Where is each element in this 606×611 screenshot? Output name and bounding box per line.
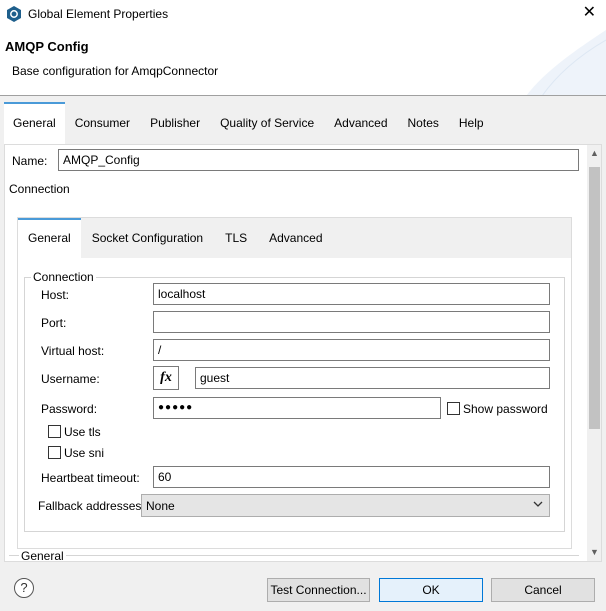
general-tab-content: Name: AMQP_Config Connection General Soc… xyxy=(4,144,602,562)
use-sni-label: Use sni xyxy=(64,446,105,460)
heartbeat-timeout-label: Heartbeat timeout: xyxy=(41,471,140,485)
ok-button[interactable]: OK xyxy=(379,578,483,602)
vertical-scrollbar[interactable]: ▲ ▼ xyxy=(587,145,601,561)
help-icon[interactable]: ? xyxy=(14,578,34,598)
inner-tab-tls[interactable]: TLS xyxy=(214,218,258,258)
username-label: Username: xyxy=(41,372,100,386)
scrollbar-thumb[interactable] xyxy=(589,167,600,429)
page-subtitle: Base configuration for AmqpConnector xyxy=(12,64,219,78)
password-input[interactable]: ●●●●● xyxy=(153,397,441,419)
fallback-addresses-value: None xyxy=(146,499,175,513)
connection-tabs: General Socket Configuration TLS Advance… xyxy=(18,218,334,258)
title-bar: Global Element Properties ✕ xyxy=(0,0,606,30)
inner-tab-general[interactable]: General xyxy=(18,218,81,258)
main-tabs: General Consumer Publisher Quality of Se… xyxy=(4,102,494,144)
username-input[interactable]: guest xyxy=(195,367,550,389)
use-tls-checkbox[interactable] xyxy=(48,425,61,438)
host-label: Host: xyxy=(41,288,70,302)
scroll-up-icon[interactable]: ▲ xyxy=(587,145,601,162)
header-decoration xyxy=(526,30,606,96)
fallback-addresses-select[interactable]: None xyxy=(141,494,550,517)
tab-notes[interactable]: Notes xyxy=(398,102,449,144)
show-password-checkbox[interactable] xyxy=(447,402,460,415)
app-logo-icon xyxy=(7,6,21,22)
name-input[interactable]: AMQP_Config xyxy=(58,149,579,171)
test-connection-button[interactable]: Test Connection... xyxy=(267,578,370,602)
inner-tab-advanced[interactable]: Advanced xyxy=(258,218,333,258)
host-input[interactable]: localhost xyxy=(153,283,550,305)
page-title: AMQP Config xyxy=(5,39,89,54)
show-password-label: Show password xyxy=(463,402,548,416)
virtual-host-label: Virtual host: xyxy=(41,344,105,358)
expression-fx-button[interactable]: fx xyxy=(153,366,179,390)
use-tls-label: Use tls xyxy=(64,425,101,439)
tab-advanced[interactable]: Advanced xyxy=(324,102,397,144)
fallback-addresses-label: Fallback addresses xyxy=(38,499,142,513)
lower-section-label: General xyxy=(19,549,66,562)
dialog-footer: ? Test Connection... OK Cancel xyxy=(0,562,606,611)
tab-quality-of-service[interactable]: Quality of Service xyxy=(210,102,324,144)
main-area: General Consumer Publisher Quality of Se… xyxy=(0,96,606,562)
virtual-host-input[interactable]: / xyxy=(153,339,550,361)
connection-heading: Connection xyxy=(9,182,70,196)
heartbeat-timeout-input[interactable]: 60 xyxy=(153,466,550,488)
name-label: Name: xyxy=(12,154,48,168)
tab-consumer[interactable]: Consumer xyxy=(65,102,140,144)
tab-general[interactable]: General xyxy=(4,102,65,144)
scroll-down-icon[interactable]: ▼ xyxy=(587,544,601,561)
cancel-button[interactable]: Cancel xyxy=(491,578,595,602)
inner-tab-socket-configuration[interactable]: Socket Configuration xyxy=(81,218,214,258)
tab-publisher[interactable]: Publisher xyxy=(140,102,210,144)
password-label: Password: xyxy=(41,402,98,416)
port-input[interactable] xyxy=(153,311,550,333)
tab-help[interactable]: Help xyxy=(449,102,494,144)
port-label: Port: xyxy=(41,316,67,330)
use-sni-checkbox[interactable] xyxy=(48,446,61,459)
connection-panel: General Socket Configuration TLS Advance… xyxy=(17,217,572,549)
connection-general-content: Connection Host: localhost Port: Virtual… xyxy=(18,258,571,548)
chevron-down-icon xyxy=(533,501,543,507)
dialog-header: AMQP Config Base configuration for AmqpC… xyxy=(0,30,606,96)
lower-section-divider xyxy=(9,555,579,556)
close-icon[interactable]: ✕ xyxy=(583,4,596,22)
window-title: Global Element Properties xyxy=(28,7,169,21)
connection-group-legend: Connection xyxy=(33,270,94,284)
